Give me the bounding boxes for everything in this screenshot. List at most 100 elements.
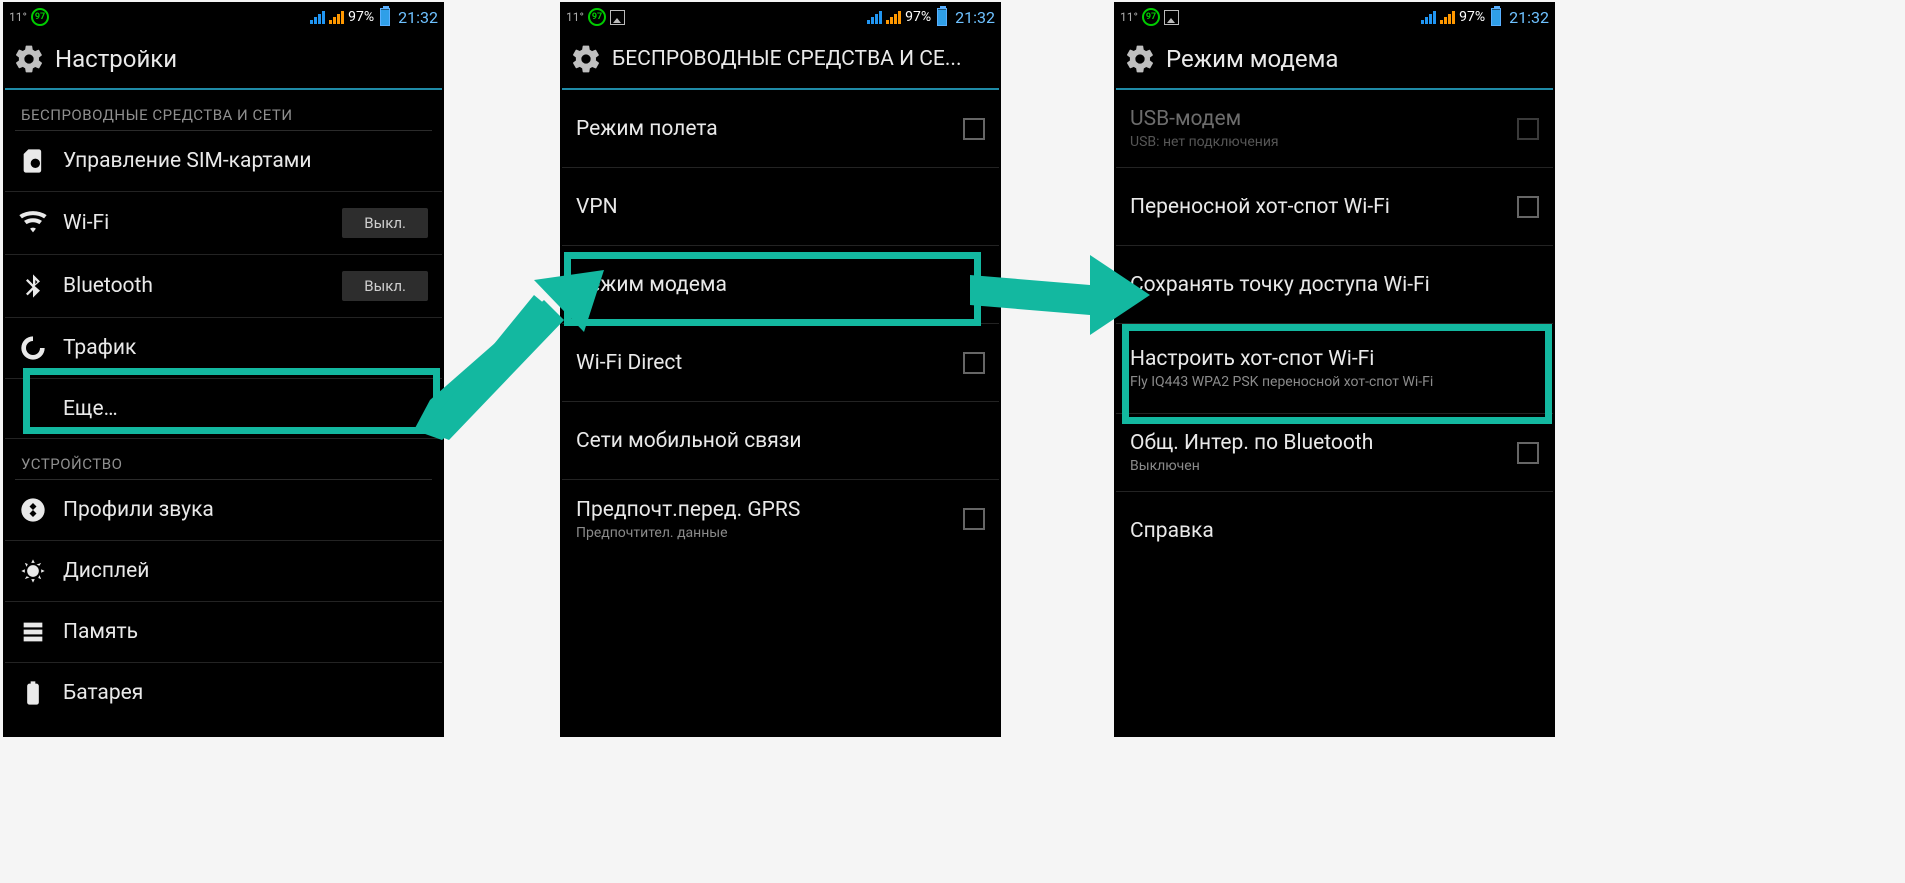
page-title: Режим модема (1166, 45, 1338, 73)
page-title: Настройки (55, 45, 177, 73)
row-traffic[interactable]: Трафик (5, 318, 442, 379)
battery-percent: 97% (905, 9, 931, 25)
row-label-sub: Fly IQ443 WPA2 PSK переносной хот-спот W… (1130, 374, 1539, 390)
clock: 21:32 (398, 8, 438, 27)
screenshot-notif-icon (1164, 10, 1179, 25)
wifi-toggle[interactable]: Выкл. (342, 208, 428, 238)
row-label: Общ. Интер. по Bluetooth Выключен (1130, 431, 1501, 474)
signal-1-icon (1421, 10, 1436, 24)
status-bar: 11° 97 97% 21:32 (1116, 4, 1553, 30)
status-bar: 11° 97 97% 21:32 (5, 4, 442, 30)
sound-icon (19, 496, 47, 524)
row-battery[interactable]: Батарея (5, 663, 442, 723)
temperature: 11° (9, 10, 27, 24)
row-label: Дисплей (63, 559, 428, 583)
battery-icon (380, 8, 390, 26)
bluetooth-icon (19, 272, 47, 300)
row-label: VPN (576, 195, 985, 219)
airplane-checkbox[interactable] (963, 118, 985, 140)
row-wifi[interactable]: Wi-Fi Выкл. (5, 192, 442, 255)
screenshot-notif-icon (610, 10, 625, 25)
row-label-sub: Предпочтител. данные (576, 525, 947, 541)
settings-gear-icon (1124, 43, 1156, 75)
title-bar[interactable]: Режим модема (1116, 30, 1553, 90)
screenshot-3-tethering: 11° 97 97% 21:32 Режим модема USB-модем … (1114, 2, 1555, 737)
screenshot-2-wireless: 11° 97 97% 21:32 БЕСПРОВОДНЫЕ СРЕДСТВА И… (560, 2, 1001, 737)
battery-percent: 97% (1459, 9, 1485, 25)
row-wifi-direct[interactable]: Wi-Fi Direct (562, 324, 999, 402)
row-configure-hotspot[interactable]: Настроить хот-спот Wi-Fi Fly IQ443 WPA2 … (1116, 324, 1553, 414)
battery-icon (1491, 8, 1501, 26)
row-airplane-mode[interactable]: Режим полета (562, 90, 999, 168)
row-sim-management[interactable]: Управление SIM-картами (5, 131, 442, 192)
signal-2-icon (329, 10, 344, 24)
row-label: Память (63, 620, 428, 644)
hotspot-checkbox[interactable] (1517, 196, 1539, 218)
row-label: Сохранять точку доступа Wi-Fi (1130, 273, 1539, 297)
row-label: Wi-Fi Direct (576, 351, 947, 375)
wifi-icon (19, 209, 47, 237)
row-bluetooth[interactable]: Bluetooth Выкл. (5, 255, 442, 318)
battery-badge-icon: 97 (31, 8, 49, 26)
row-label: Профили звука (63, 498, 428, 522)
wifi-direct-checkbox[interactable] (963, 352, 985, 374)
row-label: Трафик (63, 336, 428, 360)
row-label: Еще… (63, 397, 428, 421)
battery-badge-icon: 97 (588, 8, 606, 26)
title-bar[interactable]: БЕСПРОВОДНЫЕ СРЕДСТВА И СЕ... (562, 30, 999, 90)
row-memory[interactable]: Память (5, 602, 442, 663)
battery-icon (937, 8, 947, 26)
row-gprs-pref[interactable]: Предпочт.перед. GPRS Предпочтител. данны… (562, 480, 999, 558)
battery-row-icon (19, 679, 47, 707)
bluetooth-toggle[interactable]: Выкл. (342, 271, 428, 301)
row-label: Wi-Fi (63, 211, 326, 235)
row-label: Управление SIM-картами (63, 149, 428, 173)
battery-badge-icon: 97 (1142, 8, 1160, 26)
signal-2-icon (886, 10, 901, 24)
settings-gear-icon (570, 43, 602, 75)
signal-2-icon (1440, 10, 1455, 24)
usb-checkbox (1517, 118, 1539, 140)
row-label: Сети мобильной связи (576, 429, 985, 453)
row-vpn[interactable]: VPN (562, 168, 999, 246)
data-usage-icon (19, 334, 47, 362)
page-title: БЕСПРОВОДНЫЕ СРЕДСТВА И СЕ... (612, 47, 961, 71)
row-label: Батарея (63, 681, 428, 705)
settings-gear-icon (13, 43, 45, 75)
row-label-sub: Выключен (1130, 458, 1501, 474)
row-label-main: Настроить хот-спот Wi-Fi (1130, 347, 1374, 371)
temperature: 11° (1120, 10, 1138, 24)
bt-share-checkbox[interactable] (1517, 442, 1539, 464)
row-label: Предпочт.перед. GPRS Предпочтител. данны… (576, 498, 947, 541)
row-label: Справка (1130, 519, 1539, 543)
section-device-header: УСТРОЙСТВО (5, 439, 442, 479)
status-bar: 11° 97 97% 21:32 (562, 4, 999, 30)
row-more[interactable]: Еще… (5, 379, 442, 439)
row-usb-modem: USB-модем USB: нет подключения (1116, 90, 1553, 168)
row-label-main: USB-модем (1130, 107, 1241, 131)
row-portable-hotspot[interactable]: Переносной хот-спот Wi-Fi (1116, 168, 1553, 246)
row-mobile-networks[interactable]: Сети мобильной связи (562, 402, 999, 480)
signal-1-icon (867, 10, 882, 24)
row-label: Режим модема (576, 273, 985, 297)
row-label: Переносной хот-спот Wi-Fi (1130, 195, 1501, 219)
row-label-sub: USB: нет подключения (1130, 134, 1501, 150)
row-label: Bluetooth (63, 274, 326, 298)
row-bluetooth-internet-share[interactable]: Общ. Интер. по Bluetooth Выключен (1116, 414, 1553, 492)
row-display[interactable]: Дисплей (5, 541, 442, 602)
signal-1-icon (310, 10, 325, 24)
storage-icon (19, 618, 47, 646)
gprs-checkbox[interactable] (963, 508, 985, 530)
screenshot-1-settings: 11° 97 97% 21:32 Настройки БЕСПРОВОДНЫЕ … (3, 2, 444, 737)
row-sound-profiles[interactable]: Профили звука (5, 480, 442, 541)
battery-percent: 97% (348, 9, 374, 25)
row-help[interactable]: Справка (1116, 492, 1553, 570)
row-tethering[interactable]: Режим модема (562, 246, 999, 324)
row-label: USB-модем USB: нет подключения (1130, 107, 1501, 150)
row-keep-ap[interactable]: Сохранять точку доступа Wi-Fi (1116, 246, 1553, 324)
row-label-main: Общ. Интер. по Bluetooth (1130, 431, 1373, 455)
clock: 21:32 (1509, 8, 1549, 27)
clock: 21:32 (955, 8, 995, 27)
row-label: Режим полета (576, 117, 947, 141)
sim-icon (19, 147, 47, 175)
